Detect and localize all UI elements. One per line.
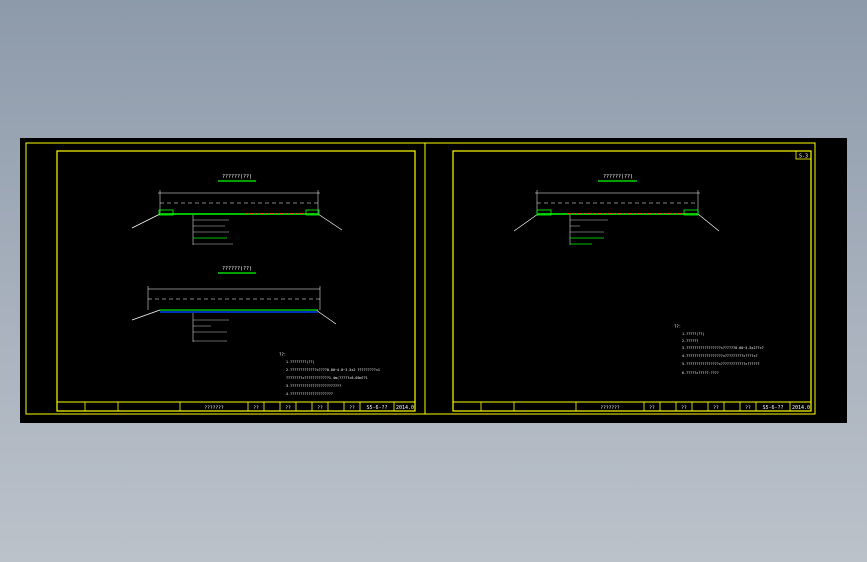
right-title-block: ??????? ?? ?? ?? ?? S5-6-?? 2014.0 [453,401,811,411]
left-drawing-date: 2014.0 [396,405,414,411]
left-outer-border [25,142,426,415]
cad-drawing: ??????(??) ??????(??) ??： 1.????????(??)… [25,142,816,415]
drawing-sheet[interactable]: ??????(??) ??????(??) ??： 1.????????(??)… [20,138,847,423]
right-note-line-5: 5.????????????????×????????????×?????? [682,362,760,366]
left-sheet: ??????(??) ??????(??) ??： 1.????????(??)… [56,150,416,412]
left-notes-heading: ??： [279,352,288,357]
left-note-line-3: ????????×????????????1.4m(?????×8.05m??1 [286,376,368,380]
right-drawing-date: 2014.0 [792,405,810,411]
left-title-block-cell-1: ?? [253,405,259,411]
left-title-block-cell-3: ?? [317,405,323,411]
left-note-line-5: 4.????????????????????? [286,392,333,396]
left-title-block: ??????? ?? ?? ?? ?? S5-6-?? 2014.0 [57,401,415,411]
left-title-block-name: ??????? [204,405,224,411]
right-sheet: S-3 ??????(??) ??： 1.?????(??) 2.?????? … [452,150,812,412]
cad-viewport[interactable]: ??????(??) ??????(??) ??： 1.????????(??)… [0,0,867,562]
left-inner-frame [56,150,416,412]
left-title-block-cell-2: ?? [285,405,291,411]
left-note-line-2: 2.?????????????×????0.00~4.0~3.5x2 ?????… [286,368,380,372]
left-title-block-cell-4: ?? [349,405,355,411]
right-cross-section [513,190,720,245]
left-cross-section-1 [131,190,343,245]
right-notes-heading: ??： [674,324,683,329]
right-note-line-3: 3.?????????????????×??????0.00~3.5x2??×? [682,346,764,350]
left-note-line-4: 3.????????????????????????? [286,384,341,388]
right-title-block-name: ??????? [600,405,620,411]
right-note-line-4: 4.??????????????????×?????????×????×? [682,354,758,358]
right-note-line-1: 1.?????(??) [682,332,704,336]
left-cross-section-2 [131,286,337,342]
right-title-block-cell-3: ?? [713,405,719,411]
right-title-block-cell-4: ?? [745,405,751,411]
right-outer-border [424,142,816,415]
left-section-title-1: ??????(??) [222,174,252,180]
left-drawing-number: S5-6-?? [366,405,387,411]
right-inner-frame [452,150,812,412]
right-drawing-number: S5-6-?? [762,405,783,411]
right-section-title: ??????(??) [603,174,633,180]
left-note-line-1: 1.????????(??) [286,360,315,364]
right-note-line-2: 2.?????? [682,339,698,343]
right-title-block-cell-1: ?? [649,405,655,411]
right-note-line-6: 6.?????×?????·???? [682,371,719,375]
right-title-block-cell-2: ?? [681,405,687,411]
left-section-title-2: ??????(??) [222,266,252,272]
right-sheet-badge: S-3 [799,154,808,160]
left-notes: ??： 1.????????(??) 2.?????????????×????0… [279,352,380,396]
right-notes: ??： 1.?????(??) 2.?????? 3.?????????????… [674,324,764,375]
